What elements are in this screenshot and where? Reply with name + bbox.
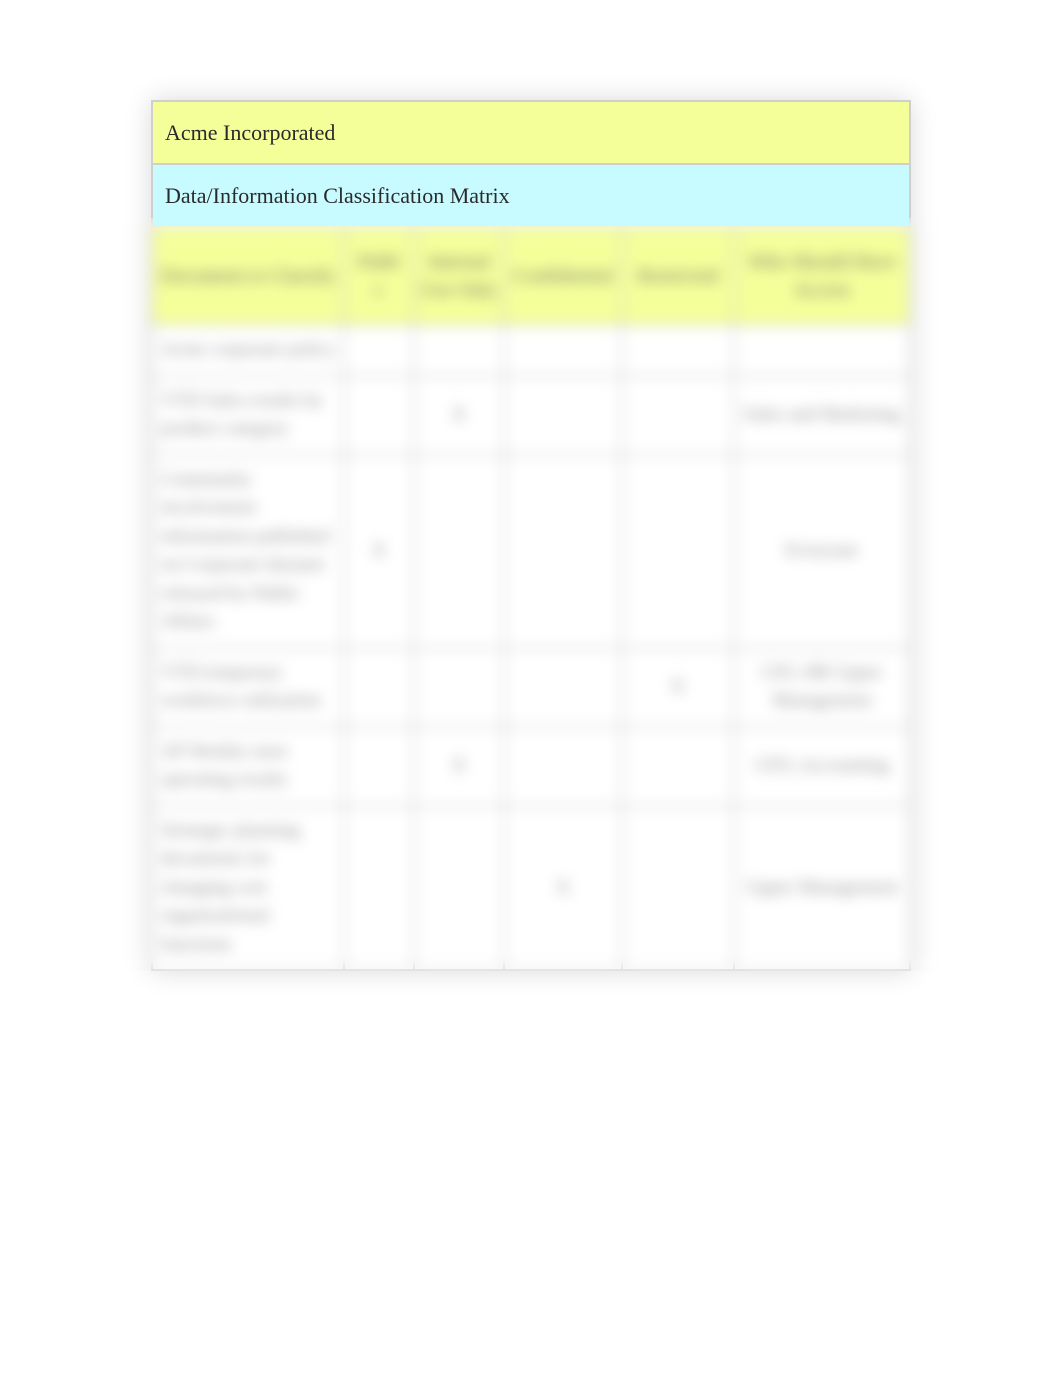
access-cell: Sales and Marketing: [734, 376, 910, 455]
restricted-cell: [622, 806, 734, 971]
access-cell: Everyone: [734, 455, 910, 648]
table-row: Strategic planning documents for changin…: [152, 806, 910, 971]
access-cell: Upper Management: [734, 806, 910, 971]
header-public: Publi c: [344, 227, 413, 325]
classification-matrix: Acme Incorporated Data/Information Class…: [151, 100, 911, 971]
doc-cell: Strategic planning documents for changin…: [152, 806, 344, 971]
confidential-cell: X: [504, 806, 621, 971]
company-title: Acme Incorporated: [152, 101, 910, 164]
header-internal: Internal Use Only: [414, 227, 505, 325]
doc-cell: Community involvement information publis…: [152, 455, 344, 648]
internal-cell: [414, 455, 505, 648]
confidential-cell: [504, 325, 621, 376]
public-cell: X: [344, 455, 413, 648]
table-row: YTD Sales results by product category X …: [152, 376, 910, 455]
doc-cell: YTD Sales results by product category: [152, 376, 344, 455]
access-cell: CFO, Accounting: [734, 727, 910, 806]
access-cell: [734, 325, 910, 376]
internal-cell: X: [414, 727, 505, 806]
table-row: YTD temporary workforce utilization X CI…: [152, 648, 910, 727]
restricted-cell: X: [622, 648, 734, 727]
restricted-cell: [622, 325, 734, 376]
table-row: Acme corporate policy: [152, 325, 910, 376]
confidential-cell: [504, 648, 621, 727]
header-access: Who Should Have Access: [734, 227, 910, 325]
confidential-cell: [504, 455, 621, 648]
table-row: Community involvement information publis…: [152, 455, 910, 648]
header-document: Document to Classify: [152, 227, 344, 325]
restricted-cell: [622, 376, 734, 455]
public-cell: [344, 376, 413, 455]
internal-cell: [414, 648, 505, 727]
header-restricted: Restricted: [622, 227, 734, 325]
restricted-cell: [622, 727, 734, 806]
public-cell: [344, 325, 413, 376]
public-cell: [344, 648, 413, 727]
confidential-cell: [504, 727, 621, 806]
access-cell: CIO, HR Upper Management: [734, 648, 910, 727]
doc-cell: YTD temporary workforce utilization: [152, 648, 344, 727]
matrix-subtitle: Data/Information Classification Matrix: [152, 164, 910, 227]
doc-cell: AP Weekly store operating results: [152, 727, 344, 806]
internal-cell: [414, 806, 505, 971]
header-confidential: Confidential: [504, 227, 621, 325]
confidential-cell: [504, 376, 621, 455]
doc-cell: Acme corporate policy: [152, 325, 344, 376]
public-cell: [344, 806, 413, 971]
restricted-cell: [622, 455, 734, 648]
table-row: AP Weekly store operating results X CFO,…: [152, 727, 910, 806]
internal-cell: X: [414, 376, 505, 455]
public-cell: [344, 727, 413, 806]
internal-cell: [414, 325, 505, 376]
